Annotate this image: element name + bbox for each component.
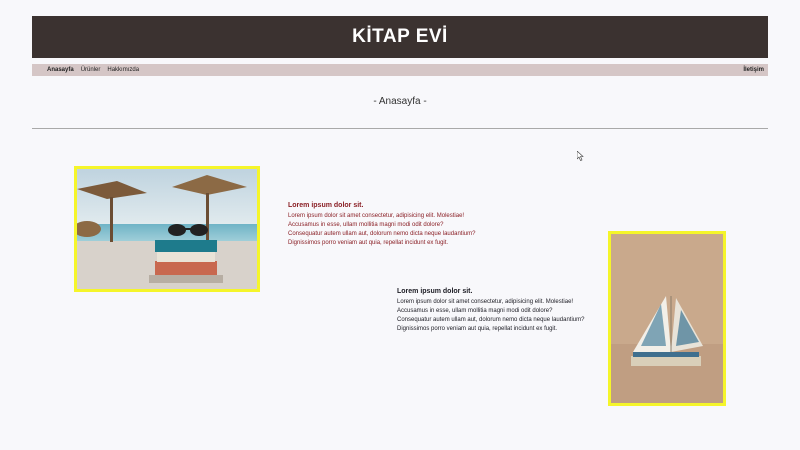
text-block-2-line: Consequatur autem ullam aut, dolorum nem…	[397, 317, 585, 323]
divider	[32, 128, 768, 129]
text-block-2-title: Lorem ipsum dolor sit.	[397, 288, 473, 295]
beach-books-image	[74, 166, 260, 292]
text-block-2: Lorem ipsum dolor sit. Lorem ipsum dolor…	[397, 287, 597, 334]
text-block-1-line: Accusamus in esse, ullam mollitia magni …	[288, 222, 444, 228]
text-block-1-line: Lorem ipsum dolor sit amet consectetur, …	[288, 213, 465, 219]
page-title: - Anasayfa -	[373, 96, 427, 107]
open-book-image	[608, 231, 726, 406]
site-header: KİTAP EVİ	[32, 16, 768, 58]
text-block-2-line: Accusamus in esse, ullam mollitia magni …	[397, 308, 553, 314]
text-block-1-line: Dignissimos porro veniam aut quia, repel…	[288, 240, 449, 246]
nav-links: Anasayfa Ürünler Hakkımızda	[32, 67, 139, 73]
nav-item-urunler[interactable]: Ürünler	[81, 67, 101, 73]
nav-item-anasayfa[interactable]: Anasayfa	[47, 67, 74, 73]
text-block-1: Lorem ipsum dolor sit. Lorem ipsum dolor…	[288, 201, 488, 248]
text-block-1-line: Consequatur autem ullam aut, dolorum nem…	[288, 231, 476, 237]
text-block-1-title: Lorem ipsum dolor sit.	[288, 202, 364, 209]
text-block-2-line: Lorem ipsum dolor sit amet consectetur, …	[397, 299, 574, 305]
site-title: KİTAP EVİ	[352, 26, 448, 47]
nav-item-iletisim[interactable]: İletişim	[743, 67, 768, 73]
nav-bar: Anasayfa Ürünler Hakkımızda İletişim	[32, 64, 768, 76]
text-block-2-line: Dignissimos porro veniam aut quia, repel…	[397, 326, 558, 332]
mouse-cursor-icon	[577, 151, 584, 161]
nav-item-hakkimizda[interactable]: Hakkımızda	[107, 67, 139, 73]
